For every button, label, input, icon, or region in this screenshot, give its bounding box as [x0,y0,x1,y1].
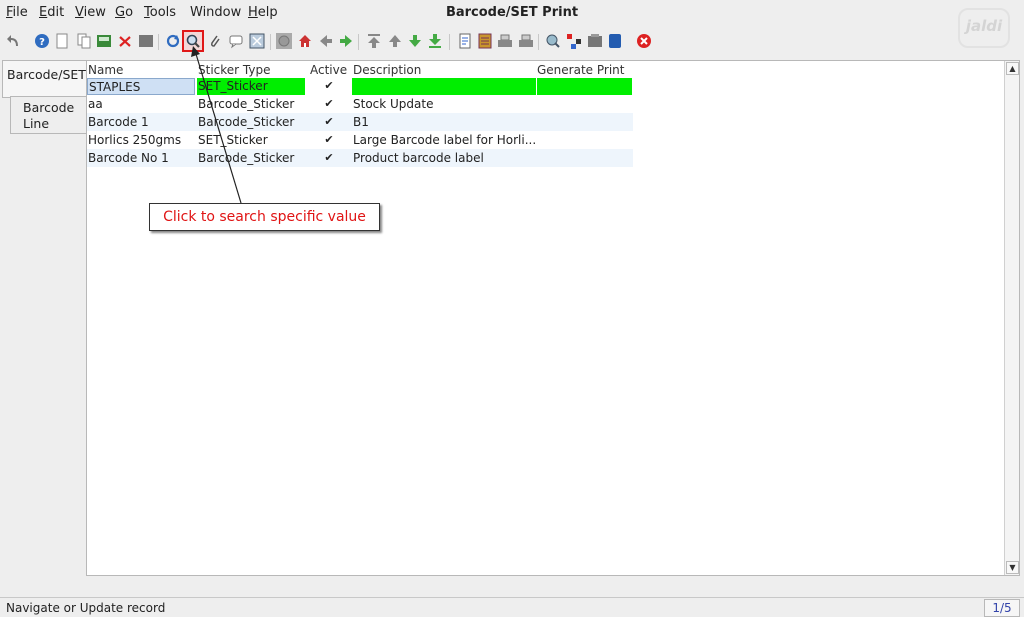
refresh-icon[interactable] [164,32,182,50]
home-icon[interactable] [296,32,314,50]
undo-icon[interactable] [5,32,23,50]
next-icon[interactable] [337,32,355,50]
cell-generate-print[interactable] [537,132,632,149]
zoom-icon[interactable] [248,32,266,50]
cell-generate-print[interactable] [537,150,632,167]
cell-description[interactable]: Stock Update [353,96,535,113]
menu-go[interactable]: Go [115,5,133,20]
menu-file[interactable]: File [6,5,28,20]
save-icon[interactable] [95,32,113,50]
find-icon[interactable] [182,30,204,52]
detail-icon[interactable] [406,32,424,50]
column-header-active[interactable]: Active [310,63,347,77]
table-row[interactable]: Horlics 250gms SET_Sticker ✔ Large Barco… [87,131,633,149]
cell-sticker-type[interactable]: Barcode_Sticker [198,150,304,167]
menu-edit[interactable]: Edit [39,5,64,20]
cell-sticker-type[interactable]: Barcode_Sticker [198,114,304,131]
column-header-sticker-type[interactable]: Sticker Type [198,63,270,77]
toolbar-separator [358,34,359,50]
window-icon[interactable] [606,32,624,50]
cell-sticker-type[interactable]: SET_Sticker [197,78,305,95]
table-row[interactable]: Barcode No 1 Barcode_Sticker ✔ Product b… [87,149,633,167]
cell-name[interactable]: aa [88,96,195,113]
cell-sticker-type[interactable]: Barcode_Sticker [198,96,304,113]
scroll-down-icon[interactable]: ▼ [1006,561,1019,574]
history-icon[interactable] [275,32,293,50]
cell-description[interactable]: B1 [353,114,535,131]
print-preview-icon[interactable] [137,32,155,50]
cell-generate-print[interactable] [537,78,632,95]
tab-label: Barcode/SET [7,67,86,82]
parent-icon[interactable] [386,32,404,50]
menu-help[interactable]: Help [248,5,278,20]
table-row[interactable]: aa Barcode_Sticker ✔ Stock Update [87,95,633,113]
print-icon[interactable] [496,32,514,50]
column-header-generate-print[interactable]: Generate Print [537,63,624,77]
close-window-icon[interactable] [635,32,653,50]
scroll-top-icon[interactable]: ▲ [1006,62,1019,75]
previous-icon[interactable] [317,32,335,50]
toolbar-separator [270,34,271,50]
svg-text:?: ? [39,37,45,48]
toolbar-separator [158,34,159,50]
workflow-icon[interactable] [565,32,583,50]
cell-description[interactable] [352,78,536,95]
menu-window[interactable]: Window [190,5,241,20]
cell-generate-print[interactable] [537,114,632,131]
active-checkbox[interactable]: ✔ [324,116,334,127]
zoom-across-icon[interactable] [544,32,562,50]
menu-bar: File Edit View Go Tools Window Help Barc… [0,0,1024,48]
table-row[interactable]: Barcode 1 Barcode_Sticker ✔ B1 [87,113,633,131]
column-header-name[interactable]: Name [88,63,123,77]
vertical-scrollbar[interactable]: ▲ ▼ [1004,61,1019,575]
toolbar-separator [449,34,450,50]
attachment-icon[interactable] [206,32,224,50]
active-checkbox[interactable]: ✔ [324,152,334,163]
cell-name[interactable]: Barcode No 1 [88,150,195,167]
annotation-callout: Click to search specific value [149,203,380,231]
table-row[interactable]: STAPLES SET_Sticker ✔ [87,77,633,95]
cell-generate-print[interactable] [537,96,632,113]
cell-description[interactable]: Product barcode label [353,150,535,167]
tab-barcode-set[interactable]: Barcode/SET [2,60,88,98]
report-icon[interactable] [456,32,474,50]
help-icon[interactable]: ? [33,32,51,50]
cell-name[interactable]: Horlics 250gms [88,132,195,149]
active-checkbox[interactable]: ✔ [324,80,334,91]
menu-tools[interactable]: Tools [144,5,176,20]
cell-sticker-type[interactable]: SET_Sticker [198,132,304,149]
tab-panel: Barcode/SET Barcode Line [0,60,88,580]
menu-view[interactable]: View [75,5,106,20]
active-checkbox[interactable]: ✔ [324,134,334,145]
chat-icon[interactable] [227,32,245,50]
cell-name[interactable]: STAPLES [87,78,195,95]
product-info-icon[interactable] [586,32,604,50]
tab-label: Barcode Line [23,100,75,131]
toolbar-separator [538,34,539,50]
column-header-description[interactable]: Description [353,63,421,77]
tab-barcode-line[interactable]: Barcode Line [10,96,88,134]
new-record-icon[interactable] [53,32,71,50]
status-message: Navigate or Update record [6,601,166,615]
last-icon[interactable] [426,32,444,50]
cell-description[interactable]: Large Barcode label for Horli... [353,132,535,149]
first-icon[interactable] [365,32,383,50]
cell-name[interactable]: Barcode 1 [88,114,195,131]
copy-record-icon[interactable] [75,32,93,50]
toolbar: ? [0,28,1024,56]
record-count: 1/5 [984,599,1020,617]
status-bar: Navigate or Update record 1/5 [0,597,1024,617]
archive-icon[interactable] [476,32,494,50]
active-checkbox[interactable]: ✔ [324,98,334,109]
delete-icon[interactable] [116,32,134,50]
grid-panel: Name Sticker Type Active Description Gen… [86,60,1020,576]
print-2-icon[interactable] [517,32,535,50]
